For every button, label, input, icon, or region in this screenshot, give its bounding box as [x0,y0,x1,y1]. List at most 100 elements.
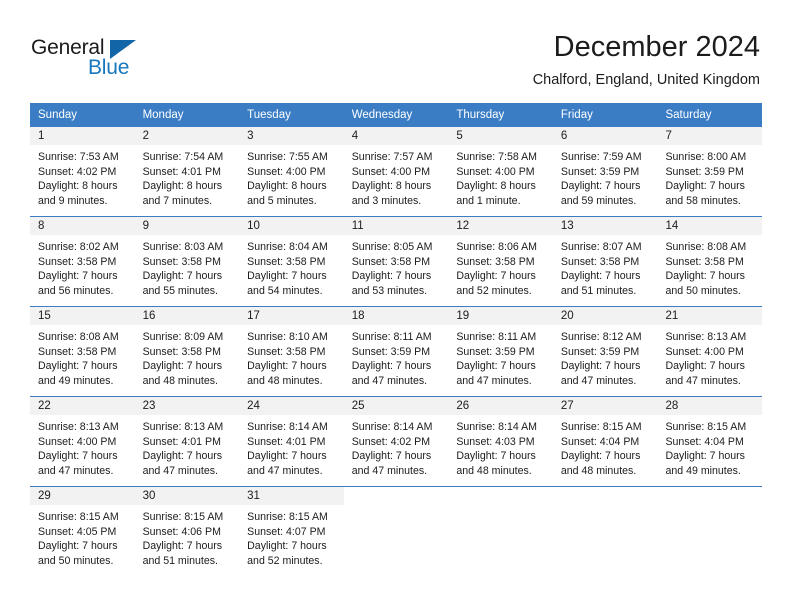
sunset-text: Sunset: 4:03 PM [456,435,535,448]
day-cell[interactable]: 24 Sunrise: 8:14 AM Sunset: 4:01 PM Dayligh… [239,397,344,486]
day-info: Sunrise: 8:13 AM Sunset: 4:01 PM Daylight:… [135,415,240,478]
day-cell[interactable]: 30 Sunrise: 8:15 AM Sunset: 4:06 PM Dayligh… [134,487,240,576]
sunset-text: Sunset: 4:01 PM [247,435,326,448]
day-number: 14 [657,217,763,235]
day-number: 16 [134,307,240,325]
day-cell[interactable]: 29 Sunrise: 8:15 AM Sunset: 4:05 PM Dayligh… [30,487,135,576]
day-info: Sunrise: 8:11 AM Sunset: 3:59 PM Daylight:… [448,325,553,388]
day-cell[interactable]: 10 Sunrise: 8:04 AM Sunset: 3:58 PM Dayligh… [239,217,344,306]
daylight-text-line2: and 47 minutes. [142,464,218,477]
sunrise-text: Sunrise: 8:07 AM [560,241,642,253]
daylight-text-line2: and 48 minutes. [142,374,218,387]
daylight-text-line1: Daylight: 7 hours [456,360,536,373]
daylight-text-line2: and 5 minutes. [247,194,317,207]
day-info: Sunrise: 8:15 AM Sunset: 4:06 PM Daylight:… [135,505,240,568]
sunrise-text: Sunrise: 8:14 AM [351,421,433,433]
daylight-text-line1: Daylight: 7 hours [665,180,745,193]
day-info: Sunrise: 8:13 AM Sunset: 4:00 PM Daylight:… [657,325,762,388]
daylight-text-line1: Daylight: 7 hours [247,360,327,373]
day-cell[interactable]: 20 Sunrise: 8:12 AM Sunset: 3:59 PM Dayligh… [552,307,658,396]
day-cell[interactable]: 25 Sunrise: 8:14 AM Sunset: 4:02 PM Dayligh… [343,397,449,486]
sunrise-text: Sunrise: 8:09 AM [142,331,224,343]
day-cell[interactable]: 21 Sunrise: 8:13 AM Sunset: 4:00 PM Dayligh… [657,307,763,396]
daylight-text-line1: Daylight: 7 hours [38,450,118,463]
weekday-friday: Friday [560,109,593,121]
day-cell[interactable]: 26 Sunrise: 8:14 AM Sunset: 4:03 PM Dayligh… [448,397,553,486]
daylight-text-line2: and 52 minutes. [247,554,323,567]
sunset-text: Sunset: 4:04 PM [665,435,744,448]
day-number: 15 [30,307,135,325]
daylight-text-line1: Daylight: 7 hours [665,270,745,283]
day-cell[interactable]: 22 Sunrise: 8:13 AM Sunset: 4:00 PM Dayligh… [30,397,135,486]
day-number: 9 [134,217,240,235]
day-cell[interactable]: 7 Sunrise: 8:00 AM Sunset: 3:59 PM Daylight… [657,127,763,216]
day-info: Sunrise: 8:02 AM Sunset: 3:58 PM Daylight:… [30,235,135,298]
day-cell[interactable]: 1 Sunrise: 7:53 AM Sunset: 4:02 PM Daylight… [30,127,135,216]
day-cell[interactable]: 3 Sunrise: 7:55 AM Sunset: 4:00 PM Daylight… [239,127,344,216]
title-block: December 2024 Chalford, England, United … [533,30,760,90]
day-cell[interactable]: 15 Sunrise: 8:08 AM Sunset: 3:58 PM Dayligh… [30,307,135,396]
sunset-text: Sunset: 3:58 PM [560,255,640,268]
daylight-text-line2: and 50 minutes. [665,284,741,297]
day-cell[interactable]: 28 Sunrise: 8:15 AM Sunset: 4:04 PM Dayligh… [657,397,763,486]
sunset-text: Sunset: 4:00 PM [665,345,744,358]
daylight-text-line1: Daylight: 7 hours [456,450,536,463]
sunset-text: Sunset: 3:58 PM [247,255,326,268]
day-number: 31 [239,487,344,505]
day-cell[interactable]: 16 Sunrise: 8:09 AM Sunset: 3:58 PM Dayligh… [134,307,240,396]
day-number: 28 [657,397,763,415]
daylight-text-line1: Daylight: 7 hours [142,360,223,373]
day-cell[interactable]: 8 Sunrise: 8:02 AM Sunset: 3:58 PM Daylight… [30,217,135,306]
daylight-text-line1: Daylight: 7 hours [142,540,223,553]
week-row: 15 Sunrise: 8:08 AM Sunset: 3:58 PM Dayligh… [30,306,763,396]
daylight-text-line2: and 49 minutes. [665,464,741,477]
day-cell[interactable]: 6 Sunrise: 7:59 AM Sunset: 3:59 PM Daylight… [552,127,658,216]
day-number: 1 [30,127,135,145]
sunrise-text: Sunrise: 8:02 AM [38,241,119,253]
day-cell[interactable]: 18 Sunrise: 8:11 AM Sunset: 3:59 PM Dayligh… [343,307,449,396]
day-number: 27 [552,397,658,415]
daylight-text-line1: Daylight: 8 hours [142,180,223,193]
day-info [344,505,449,510]
sunset-text: Sunset: 3:59 PM [560,345,640,358]
day-cell[interactable]: 14 Sunrise: 8:08 AM Sunset: 3:58 PM Dayligh… [657,217,763,306]
daylight-text-line1: Daylight: 7 hours [560,270,641,283]
sunset-text: Sunset: 4:02 PM [38,165,117,178]
day-cell[interactable]: 12 Sunrise: 8:06 AM Sunset: 3:58 PM Dayligh… [448,217,553,306]
day-cell-empty [448,487,553,576]
sunset-text: Sunset: 4:00 PM [456,165,535,178]
day-info: Sunrise: 8:11 AM Sunset: 3:59 PM Daylight:… [344,325,449,388]
day-cell[interactable]: 2 Sunrise: 7:54 AM Sunset: 4:01 PM Daylight… [134,127,240,216]
day-info: Sunrise: 8:10 AM Sunset: 3:58 PM Daylight:… [239,325,344,388]
sunrise-text: Sunrise: 8:10 AM [247,331,328,343]
day-cell[interactable]: 5 Sunrise: 7:58 AM Sunset: 4:00 PM Daylight… [448,127,553,216]
day-info: Sunrise: 7:55 AM Sunset: 4:00 PM Daylight:… [239,145,344,208]
sunset-text: Sunset: 3:58 PM [665,255,744,268]
daylight-text-line2: and 49 minutes. [38,374,114,387]
day-cell[interactable]: 11 Sunrise: 8:05 AM Sunset: 3:58 PM Dayligh… [343,217,449,306]
day-cell[interactable]: 9 Sunrise: 8:03 AM Sunset: 3:58 PM Daylight… [134,217,240,306]
day-cell[interactable]: 13 Sunrise: 8:07 AM Sunset: 3:58 PM Dayligh… [552,217,658,306]
day-cell-empty [343,487,449,576]
weekday-thursday: Thursday [456,109,505,121]
day-number [343,487,449,505]
week-row: 1 Sunrise: 7:53 AM Sunset: 4:02 PM Daylight… [30,127,763,216]
sunset-text: Sunset: 4:01 PM [142,435,221,448]
day-cell[interactable]: 23 Sunrise: 8:13 AM Sunset: 4:01 PM Dayligh… [134,397,240,486]
daylight-text-line2: and 54 minutes. [247,284,323,297]
sunset-text: Sunset: 3:58 PM [456,255,535,268]
day-cell[interactable]: 27 Sunrise: 8:15 AM Sunset: 4:04 PM Dayligh… [552,397,658,486]
day-cell[interactable]: 19 Sunrise: 8:11 AM Sunset: 3:59 PM Dayligh… [448,307,553,396]
day-info: Sunrise: 8:06 AM Sunset: 3:58 PM Daylight:… [448,235,553,298]
day-cell[interactable]: 4 Sunrise: 7:57 AM Sunset: 4:00 PM Daylight… [343,127,449,216]
sunrise-text: Sunrise: 8:15 AM [665,421,747,433]
daylight-text-line1: Daylight: 7 hours [456,270,536,283]
daylight-text-line1: Daylight: 8 hours [351,180,432,193]
day-number: 24 [239,397,344,415]
day-info: Sunrise: 8:09 AM Sunset: 3:58 PM Daylight:… [135,325,240,388]
day-info: Sunrise: 7:59 AM Sunset: 3:59 PM Daylight:… [553,145,658,208]
day-cell[interactable]: 17 Sunrise: 8:10 AM Sunset: 3:58 PM Dayligh… [239,307,344,396]
day-cell[interactable]: 31 Sunrise: 8:15 AM Sunset: 4:07 PM Dayligh… [239,487,344,576]
sunset-text: Sunset: 3:58 PM [247,345,326,358]
weekday-monday: Monday [142,109,184,121]
